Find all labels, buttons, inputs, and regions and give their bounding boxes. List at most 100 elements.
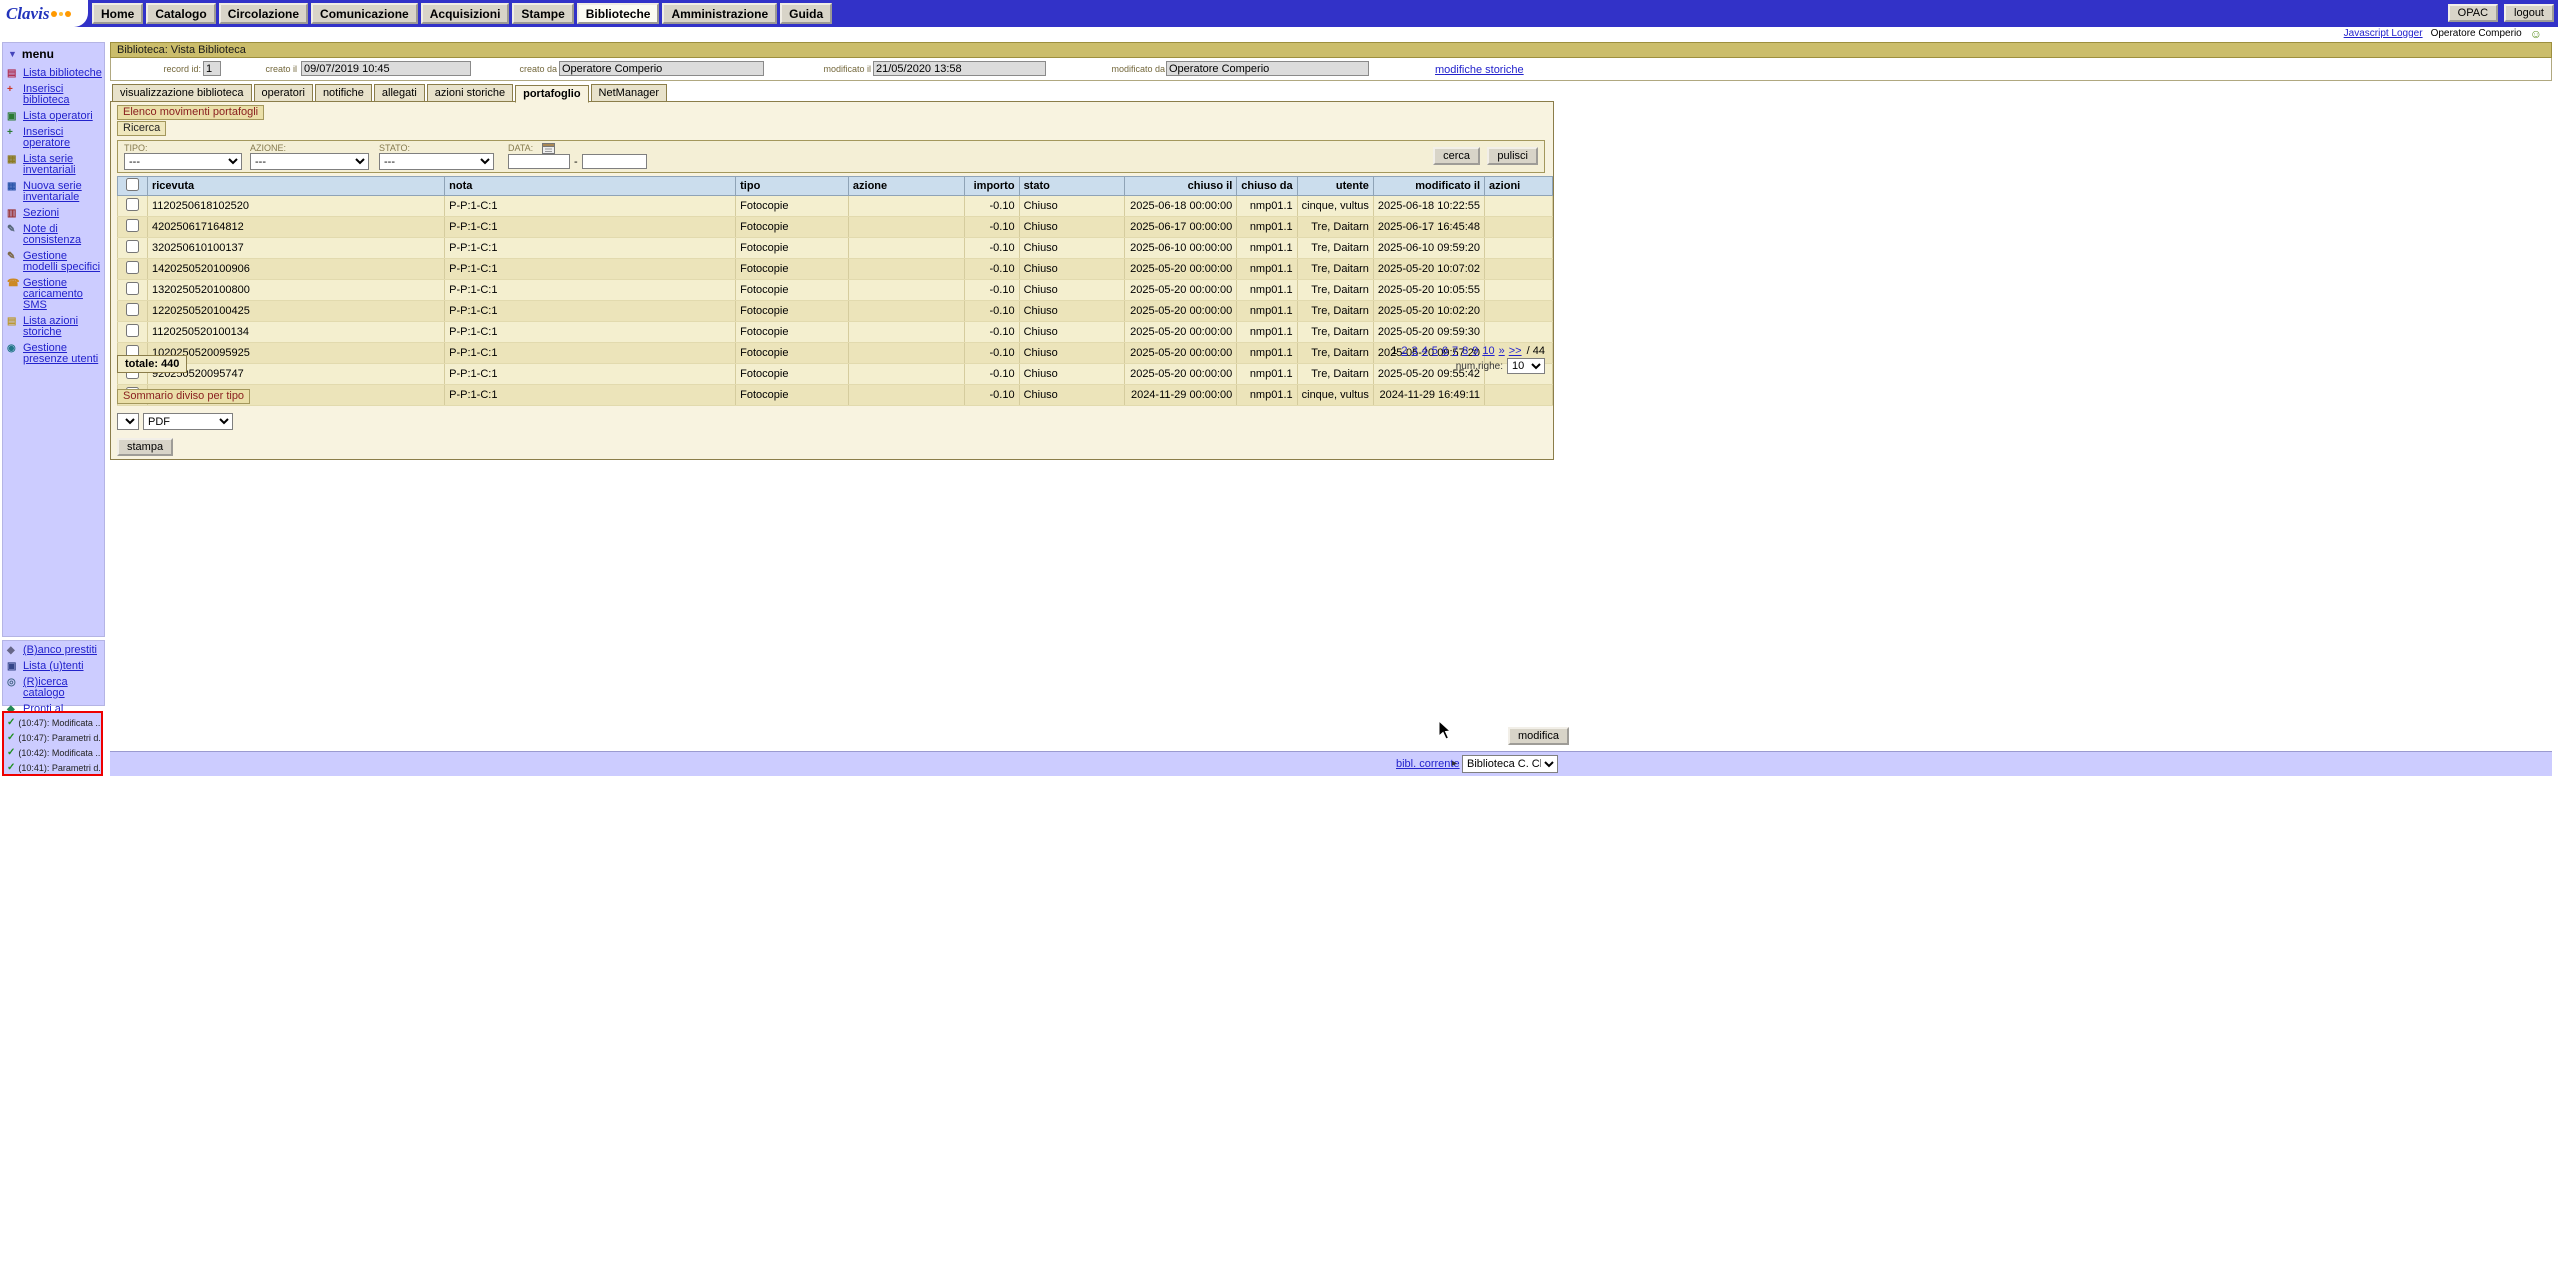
nav-item-stampe[interactable]: Stampe <box>512 3 573 24</box>
nav-item-circolazione[interactable]: Circolazione <box>219 3 308 24</box>
nav-item-catalogo[interactable]: Catalogo <box>146 3 215 24</box>
page-link-7[interactable]: 7 <box>1452 345 1458 357</box>
cell-tipo: Fotocopie <box>736 322 849 343</box>
tipo-select[interactable]: --- <box>124 153 242 170</box>
row-checkbox[interactable] <box>126 324 139 337</box>
date-to-input[interactable] <box>582 154 647 169</box>
modifiche-storiche-link[interactable]: modifiche storiche <box>1435 64 1524 76</box>
sidebar-item-lista-azioni-storiche[interactable]: ▤Lista azioni storiche <box>3 314 104 341</box>
sidebar-item-inserisci-biblioteca[interactable]: +Inserisci biblioteca <box>3 82 104 109</box>
pulisci-button[interactable]: pulisci <box>1487 147 1538 165</box>
sommario-button[interactable]: Sommario diviso per tipo <box>117 389 250 404</box>
tab-portafoglio[interactable]: portafoglio <box>515 85 588 103</box>
sidebar-item-nuova-serie-inventariale[interactable]: ▦Nuova serie inventariale <box>3 179 104 206</box>
notification-item[interactable]: ✓(10:42): Modificata .. <box>4 745 101 760</box>
sidebar-item-lista-u-tenti[interactable]: ▣Lista (u)tenti <box>3 659 104 675</box>
cell-importo: -0.10 <box>964 385 1019 406</box>
cell-chiuso-da: nmp01.1 <box>1237 259 1297 280</box>
column-header-stato[interactable]: stato <box>1019 177 1125 196</box>
cerca-button[interactable]: cerca <box>1433 147 1480 165</box>
column-header-modificato-il[interactable]: modificato il <box>1373 177 1484 196</box>
stato-select[interactable]: --- <box>379 153 494 170</box>
page-link-10[interactable]: 10 <box>1482 345 1494 357</box>
column-header-chiuso-il[interactable]: chiuso il <box>1125 177 1237 196</box>
column-header-azioni[interactable]: azioni <box>1485 177 1553 196</box>
sidebar-item-r-icerca-catalogo[interactable]: ◎(R)icerca catalogo <box>3 675 104 702</box>
nav-item-biblioteche[interactable]: Biblioteche <box>577 3 660 24</box>
page-link-3[interactable]: 3 <box>1411 345 1417 357</box>
column-header-ricevuta[interactable]: ricevuta <box>147 177 444 196</box>
nav-item-acquisizioni[interactable]: Acquisizioni <box>421 3 510 24</box>
cell-importo: -0.10 <box>964 322 1019 343</box>
sidebar-item-sezioni[interactable]: ▥Sezioni <box>3 206 104 222</box>
row-checkbox[interactable] <box>126 219 139 232</box>
nav-item-comunicazione[interactable]: Comunicazione <box>311 3 418 24</box>
sidebar-item-note-di-consistenza[interactable]: ✎Note di consistenza <box>3 222 104 249</box>
select-all-checkbox[interactable] <box>126 178 139 191</box>
calendar-icon[interactable] <box>542 142 555 154</box>
page-link-9[interactable]: 9 <box>1472 345 1478 357</box>
cell-chiuso-il: 2025-05-20 00:00:00 <box>1125 301 1237 322</box>
page-link-2[interactable]: 2 <box>1401 345 1407 357</box>
next-page-link[interactable]: » <box>1499 345 1505 357</box>
notification-item[interactable]: ✓(10:47): Modificata ... <box>4 715 101 730</box>
tab-azioni-storiche[interactable]: azioni storiche <box>427 84 513 102</box>
sidebar-item-b-anco-prestiti[interactable]: ◆(B)anco prestiti <box>3 643 104 659</box>
ricerca-toggle[interactable]: Ricerca <box>117 121 166 136</box>
row-checkbox[interactable] <box>126 261 139 274</box>
column-header-tipo[interactable]: tipo <box>736 177 849 196</box>
sidebar-item-lista-biblioteche[interactable]: ▤Lista biblioteche <box>3 66 104 82</box>
javascript-logger-link[interactable]: Javascript Logger <box>2344 28 2423 39</box>
stampa-button[interactable]: stampa <box>117 438 173 456</box>
azione-select[interactable]: --- <box>250 153 369 170</box>
current-library-select[interactable]: Biblioteca C. Chiarello <box>1462 755 1558 773</box>
export-target-select[interactable] <box>117 413 139 430</box>
page-link-6[interactable]: 6 <box>1442 345 1448 357</box>
tab-netmanager[interactable]: NetManager <box>591 84 668 102</box>
column-header-chiuso-da[interactable]: chiuso da <box>1237 177 1297 196</box>
sidebar-item-gestione-caricamento-sms[interactable]: ☎Gestione caricamento SMS <box>3 276 104 314</box>
num-righe-select[interactable]: 10 <box>1507 358 1545 374</box>
logout-button[interactable]: logout <box>2504 4 2554 22</box>
nav-item-home[interactable]: Home <box>92 3 143 24</box>
modifica-button[interactable]: modifica <box>1508 727 1569 745</box>
date-from-input[interactable] <box>508 154 570 169</box>
modificato-il-value <box>873 61 1046 76</box>
column-header-azione[interactable]: azione <box>848 177 964 196</box>
opac-button[interactable]: OPAC <box>2448 4 2498 22</box>
column-header-importo[interactable]: importo <box>964 177 1019 196</box>
tab-notifiche[interactable]: notifiche <box>315 84 372 102</box>
column-header-nota[interactable]: nota <box>445 177 736 196</box>
nav-item-amministrazione[interactable]: Amministrazione <box>662 3 777 24</box>
sidebar-item-lista-operatori[interactable]: ▣Lista operatori <box>3 109 104 125</box>
export-format-select[interactable]: PDF <box>143 413 233 430</box>
sidebar-menu-header: ▼ menu <box>3 43 104 66</box>
cell-chiuso-da: nmp01.1 <box>1237 301 1297 322</box>
row-checkbox[interactable] <box>126 282 139 295</box>
cell-tipo: Fotocopie <box>736 217 849 238</box>
sidebar-item-inserisci-operatore[interactable]: +Inserisci operatore <box>3 125 104 152</box>
notification-item[interactable]: ✓(10:47): Parametri d.. <box>4 730 101 745</box>
row-checkbox[interactable] <box>126 303 139 316</box>
sidebar-item-gestione-modelli-specifici[interactable]: ✎Gestione modelli specifici <box>3 249 104 276</box>
tab-visualizzazione-biblioteca[interactable]: visualizzazione biblioteca <box>112 84 252 102</box>
sidebar-item-lista-serie-inventariali[interactable]: ▦Lista serie inventariali <box>3 152 104 179</box>
row-checkbox[interactable] <box>126 198 139 211</box>
bibl-corrente-link[interactable]: bibl. corrente <box>1396 758 1460 770</box>
page-link-4[interactable]: 4 <box>1422 345 1428 357</box>
notification-item[interactable]: ✓(10:41): Parametri d... <box>4 760 101 775</box>
page-link-5[interactable]: 5 <box>1432 345 1438 357</box>
last-page-link[interactable]: >> <box>1509 345 1522 357</box>
row-checkbox[interactable] <box>126 240 139 253</box>
nav-item-guida[interactable]: Guida <box>780 3 832 24</box>
cell-tipo: Fotocopie <box>736 259 849 280</box>
cell-azione <box>848 364 964 385</box>
cell-stato: Chiuso <box>1019 217 1125 238</box>
page-link-8[interactable]: 8 <box>1462 345 1468 357</box>
movements-section-header[interactable]: Elenco movimenti portafogli <box>117 105 264 120</box>
cell-utente: Tre, Daitarn <box>1297 280 1373 301</box>
tab-allegati[interactable]: allegati <box>374 84 425 102</box>
tab-operatori[interactable]: operatori <box>254 84 313 102</box>
sidebar-item-gestione-presenze-utenti[interactable]: ◉Gestione presenze utenti <box>3 341 104 368</box>
column-header-utente[interactable]: utente <box>1297 177 1373 196</box>
